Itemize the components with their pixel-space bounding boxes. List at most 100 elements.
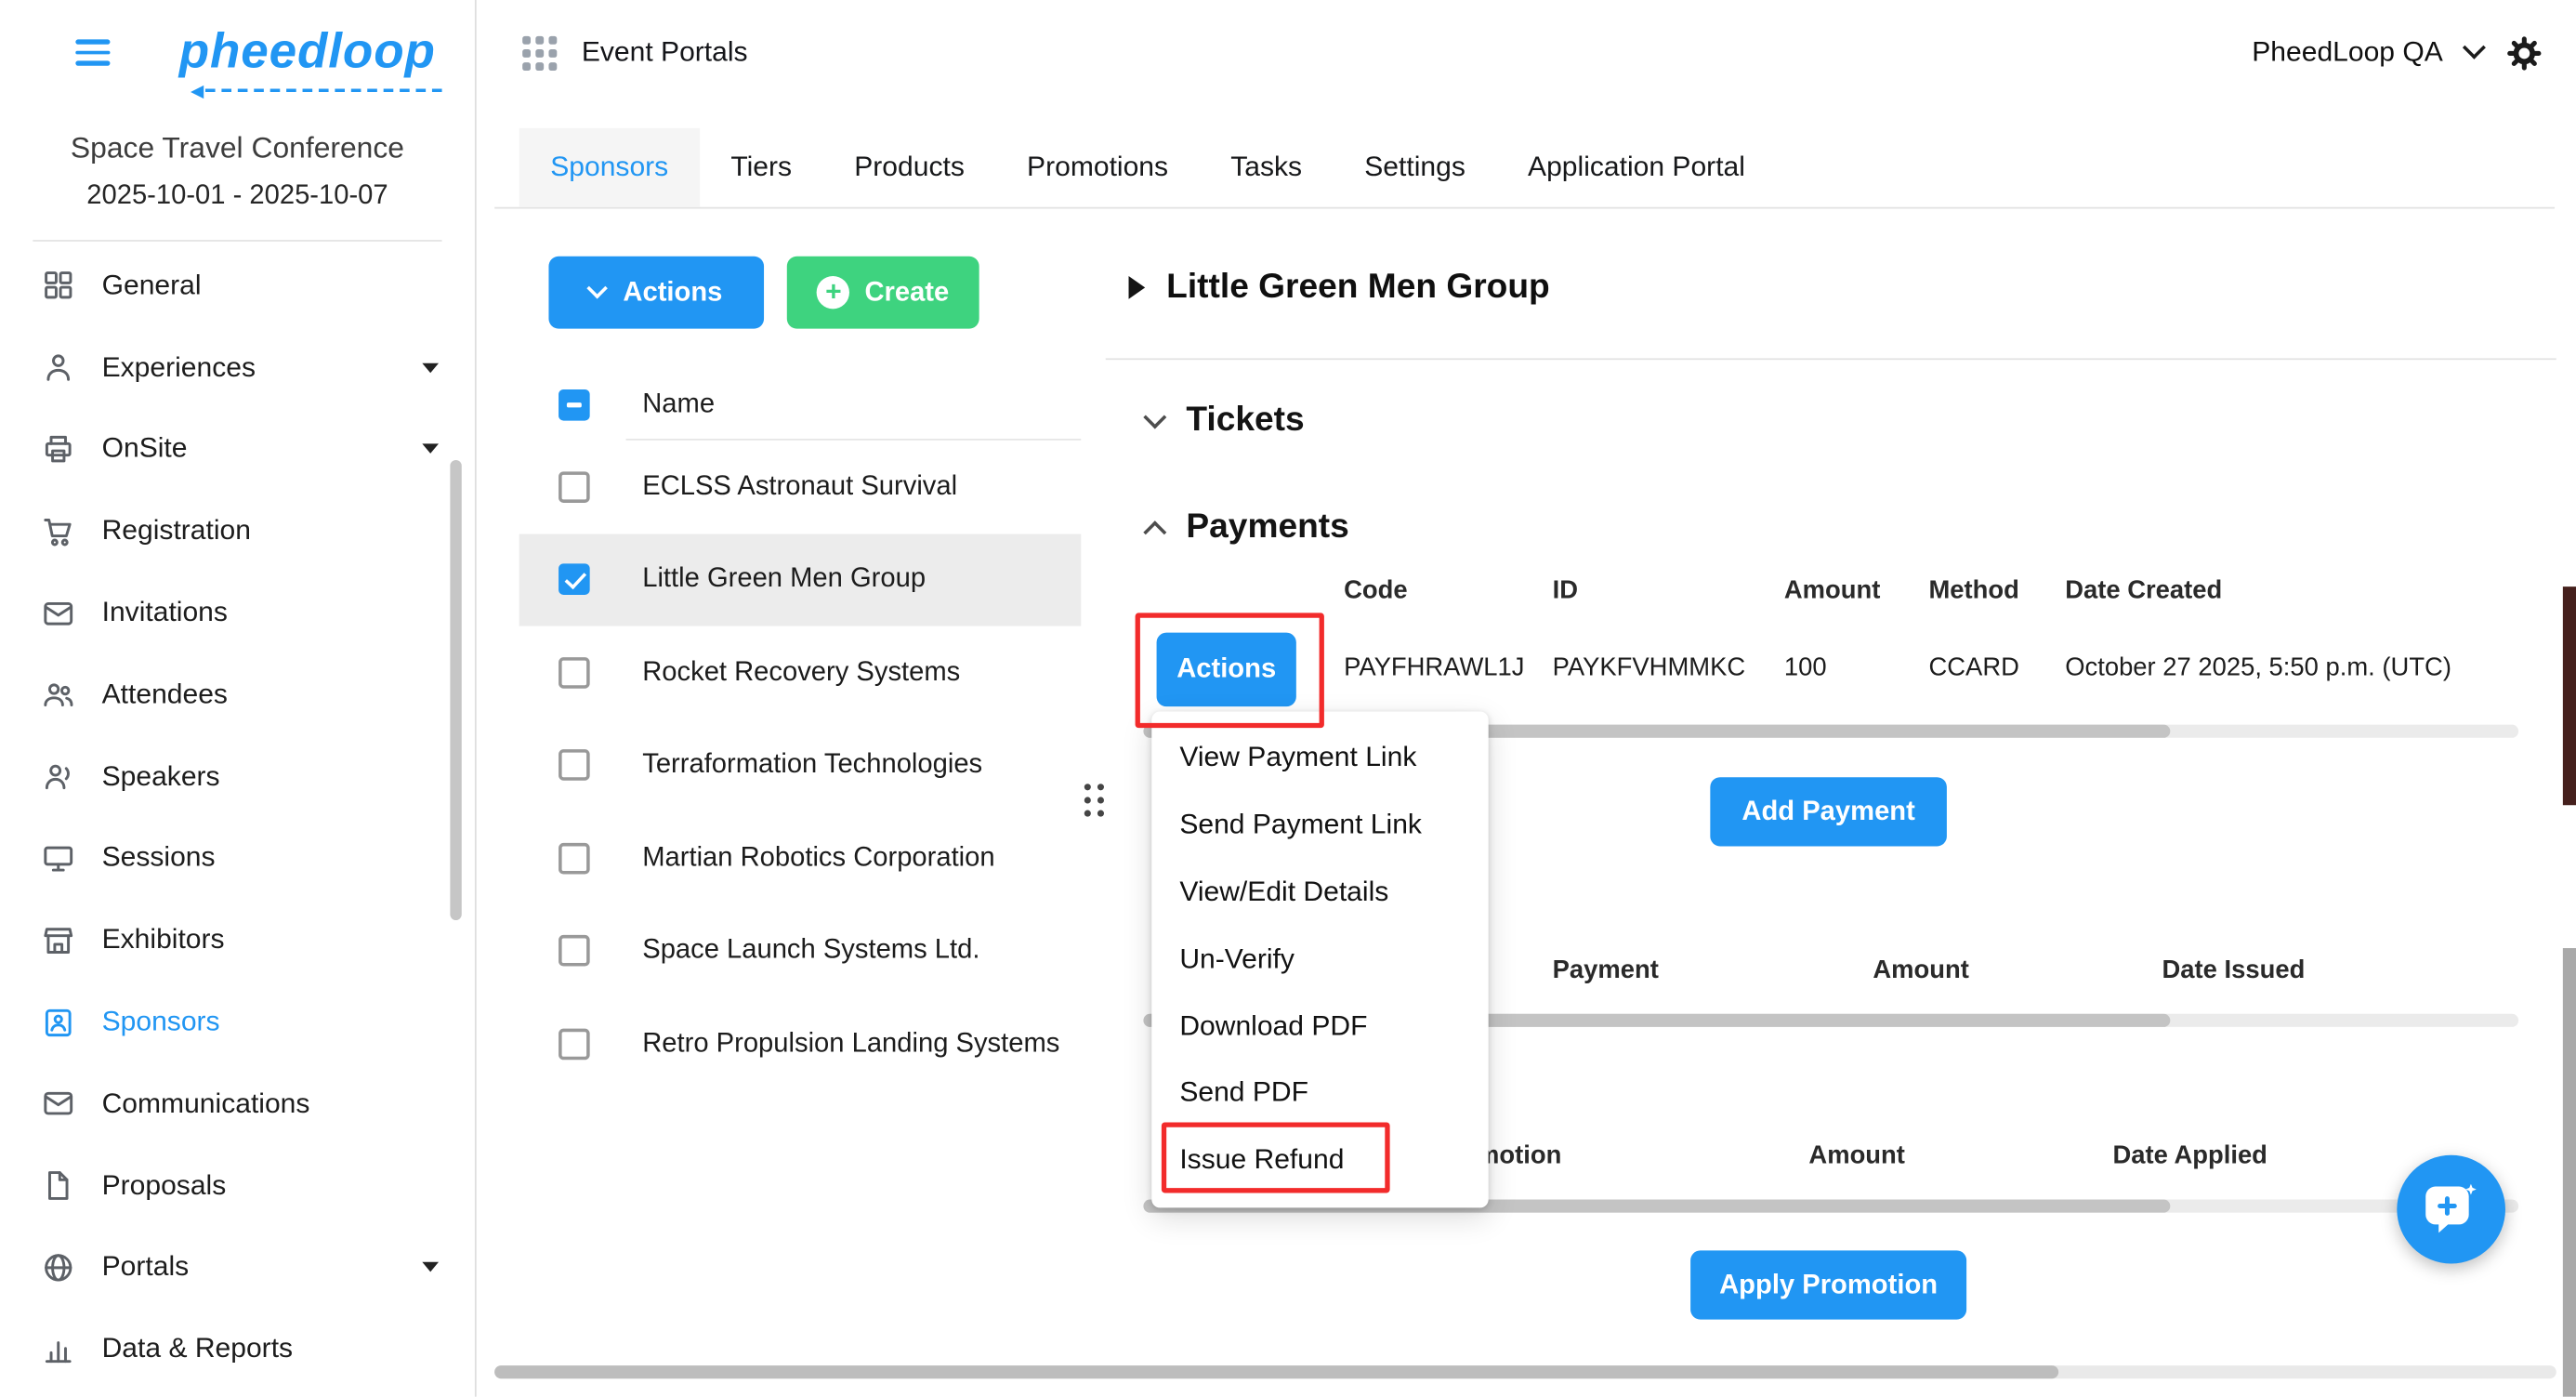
sidebar-item[interactable]: General [0,244,475,326]
promotions-table-header: Promotion Amount Date Applied [1434,1142,2267,1172]
sponsor-name: Terraformation Technologies [642,750,982,782]
select-all-checkbox[interactable] [559,389,590,421]
payments-section-header[interactable]: Payments [1147,501,1349,554]
apply-promotion-button[interactable]: Apply Promotion [1690,1250,1966,1319]
column-header: Date Created [2065,577,2222,607]
sidebar-item[interactable]: Communications [0,1063,475,1145]
sponsor-row[interactable]: Retro Propulsion Landing Systems [519,997,1082,1090]
tab[interactable]: Tiers [700,128,823,207]
sponsor-row[interactable]: ECLSS Astronaut Survival [519,441,1082,534]
dropdown-menu-item[interactable]: View Payment Link [1151,725,1488,792]
event-portals-button[interactable]: Event Portals [522,35,747,70]
tab-label: Promotions [1027,152,1168,184]
sidebar-item[interactable]: Exhibitors [0,900,475,982]
sidebar-item[interactable]: Attendees [0,654,475,736]
row-checkbox[interactable] [559,750,590,782]
row-checkbox[interactable] [559,1028,590,1060]
page-vertical-scrollbar[interactable] [2563,0,2576,1397]
dropdown-menu-item[interactable]: Send PDF [1151,1060,1488,1127]
sidebar-item-label: Attendees [102,679,228,711]
row-checkbox[interactable] [559,657,590,689]
store-icon [41,923,75,957]
tab[interactable]: Sponsors [519,128,700,207]
scrollbar-thumb[interactable] [2563,586,2576,805]
panel-resize-handle[interactable] [1084,784,1104,816]
sponsor-name: Little Green Men Group [642,564,926,596]
brand-row: pheedloop [0,0,475,105]
sidebar-scrollbar-thumb[interactable] [450,460,461,920]
sidebar-item[interactable]: Data & Reports [0,1309,475,1390]
chart-icon [41,1332,75,1366]
sidebar-item-label: OnSite [102,433,188,466]
dropdown-menu-item[interactable]: Issue Refund [1151,1127,1488,1193]
account-name[interactable]: PheedLoop QA [2252,36,2443,69]
payments-table-header: Code ID Amount Method Date Created [1344,577,2222,607]
dropdown-menu-item[interactable]: Send Payment Link [1151,792,1488,859]
dropdown-menu-item[interactable]: Un-Verify [1151,926,1488,993]
payment-amount: 100 [1784,654,1929,684]
row-checkbox[interactable] [559,471,590,503]
top-bar: Event Portals PheedLoop QA [478,0,2576,105]
logo-arrow-icon [191,86,204,99]
sponsor-row[interactable]: Terraformation Technologies [519,718,1082,811]
create-button[interactable]: + Create [787,257,979,329]
sponsor-list-panel: Actions + Create Name ECLSS Astronaut Su… [519,209,1082,1090]
payment-actions-dropdown: View Payment Link Send Payment Link View… [1151,711,1488,1206]
app-window: pheedloop Space Travel Conference 2025-1… [0,0,2576,1397]
content-horizontal-scrollbar[interactable] [494,1365,2556,1378]
hamburger-menu-icon[interactable] [75,39,110,66]
sidebar-item[interactable]: Registration [0,491,475,573]
sidebar-item-label: Registration [102,515,251,547]
sponsor-row[interactable]: Rocket Recovery Systems [519,626,1082,719]
chat-widget-button[interactable] [2397,1155,2505,1264]
row-checkbox[interactable] [559,564,590,596]
tab[interactable]: Promotions [995,128,1199,207]
sidebar-item[interactable]: Portals [0,1227,475,1309]
person-icon [41,350,75,385]
add-payment-button[interactable]: Add Payment [1710,777,1947,846]
badge-icon [41,1005,75,1039]
scrollbar-thumb[interactable] [2563,948,2576,1397]
chevron-down-icon [587,278,609,299]
sidebar-item[interactable]: Sponsors [0,982,475,1063]
expand-triangle-icon[interactable] [1129,276,1146,299]
tab[interactable]: Application Portal [1496,128,1776,207]
settings-gear-icon[interactable] [2505,33,2543,72]
sidebar-item[interactable]: OnSite [0,408,475,490]
tab[interactable]: Settings [1334,128,1497,207]
sidebar-item[interactable]: Speakers [0,736,475,818]
sponsor-row[interactable]: Martian Robotics Corporation [519,811,1082,904]
sidebar-item[interactable]: Proposals [0,1145,475,1227]
event-portals-label: Event Portals [582,36,748,69]
dropdown-menu-item[interactable]: View/Edit Details [1151,859,1488,926]
column-header: ID [1553,577,1784,607]
chevron-down-icon [422,362,439,373]
people-icon [41,678,75,712]
document-icon [41,1168,75,1203]
mail-icon [41,1087,75,1121]
sponsor-row[interactable]: Space Launch Systems Ltd. [519,904,1082,997]
divider [1106,358,2556,360]
tab[interactable]: Tasks [1200,128,1334,207]
detail-title: Little Green Men Group [1166,268,1550,307]
row-checkbox[interactable] [559,935,590,967]
payment-table-row: Actions PAYFHRAWL1J PAYKFVHMMKC 100 CCAR… [1157,631,2556,706]
column-header: Date Applied [2112,1142,2267,1172]
actions-button[interactable]: Actions [548,257,764,329]
sidebar-item-label: Sponsors [102,1006,220,1038]
column-header: Payment [1553,956,1873,986]
row-checkbox[interactable] [559,842,590,874]
sidebar-item[interactable]: Sessions [0,818,475,900]
printer-icon [41,432,75,467]
dropdown-menu-item[interactable]: Download PDF [1151,993,1488,1060]
payment-actions-button[interactable]: Actions [1157,632,1296,706]
chevron-up-icon [1143,521,1166,544]
tickets-section-header[interactable]: Tickets [1147,394,1305,447]
sidebar-item[interactable]: Experiences [0,326,475,408]
pheedloop-logo[interactable]: pheedloop [179,28,436,77]
sidebar-item[interactable]: Invitations [0,573,475,654]
sponsor-row[interactable]: Little Green Men Group [519,534,1082,626]
tab[interactable]: Products [823,128,996,207]
chevron-down-icon[interactable] [2463,36,2486,59]
name-column-header: Name [642,389,715,421]
